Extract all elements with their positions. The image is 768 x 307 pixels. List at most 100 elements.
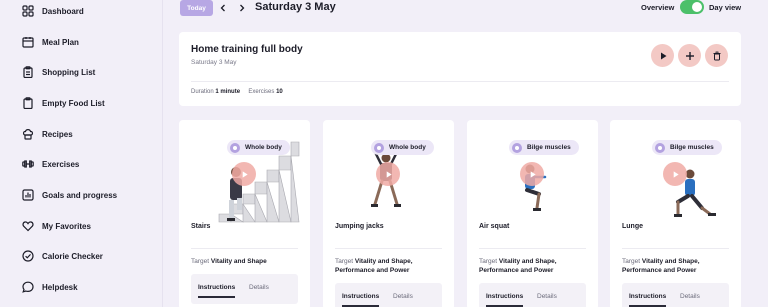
chevron-right-icon	[240, 4, 245, 12]
target-value: Vitality and Shape	[210, 258, 267, 265]
exercise-card-stairs[interactable]: Whole body Stairs Target Vitality and Sh…	[179, 120, 310, 307]
play-icon	[242, 170, 248, 178]
day-view-label[interactable]: Day view	[709, 3, 741, 12]
tab-instructions[interactable]: Instructions	[629, 293, 666, 300]
sidebar-item-label: Dashboard	[42, 6, 84, 16]
delete-workout-button[interactable]	[705, 44, 728, 67]
workout-card: Home training full body Saturday 3 May D…	[179, 32, 741, 106]
tab-details[interactable]: Details	[249, 284, 269, 291]
sidebar-item-shopping-list[interactable]: Shopping List	[22, 62, 95, 82]
chat-icon	[22, 281, 34, 293]
exercise-card-jumping-jacks[interactable]: Whole body Jumping jacks Target Vitality…	[323, 120, 454, 307]
heart-icon	[22, 220, 34, 232]
date-navigation-bar: Today Saturday 3 May Overview Day view	[164, 0, 768, 24]
check-circle-icon	[22, 250, 34, 262]
muscle-group-badge: Whole body	[227, 140, 290, 155]
exercise-target: Target Vitality and Shape, Performance a…	[622, 257, 732, 275]
sidebar-item-label: Shopping List	[42, 67, 96, 77]
sidebar-item-label: Helpdesk	[42, 282, 78, 292]
today-button[interactable]: Today	[180, 0, 213, 16]
tab-details[interactable]: Details	[680, 293, 700, 300]
muscle-group-badge: Bilge muscles	[509, 140, 579, 155]
next-day-button[interactable]	[236, 1, 248, 15]
muscle-group-icon	[374, 142, 384, 153]
chevron-left-icon	[220, 4, 225, 12]
muscle-group-icon	[512, 142, 522, 153]
sidebar-item-label: Recipes	[42, 129, 73, 139]
exercise-target: Target Vitality and Shape, Performance a…	[479, 257, 589, 275]
sidebar-item-helpdesk[interactable]: Helpdesk	[22, 277, 78, 297]
exercise-card-air-squat[interactable]: Bilge muscles Air squat Target Vitality …	[467, 120, 598, 307]
exercise-card-lunge[interactable]: Bilge muscles Lunge Target Vitality and …	[610, 120, 741, 307]
exercise-tabs: Instructions Details	[191, 274, 298, 304]
sidebar-item-calorie-checker[interactable]: Calorie Checker	[22, 246, 103, 266]
clipboard-icon	[22, 97, 34, 109]
sidebar-item-label: Empty Food List	[42, 98, 105, 108]
play-icon	[660, 52, 666, 59]
workout-meta: Duration 1 minute Exercises 10	[191, 89, 283, 95]
sidebar-item-recipes[interactable]: Recipes	[22, 124, 73, 144]
play-workout-button[interactable]	[651, 44, 674, 67]
muscle-group-badge: Whole body	[371, 140, 434, 155]
sidebar-item-meal-plan[interactable]: Meal Plan	[22, 32, 79, 52]
sidebar-item-favorites[interactable]: My Favorites	[22, 216, 91, 236]
target-label: Target	[479, 258, 498, 265]
sidebar-item-label: My Favorites	[42, 221, 91, 231]
chef-icon	[22, 128, 34, 140]
muscle-group-label: Bilge muscles	[670, 144, 714, 151]
sidebar-item-label: Meal Plan	[42, 37, 79, 47]
play-video-button[interactable]	[376, 162, 400, 186]
duration-label: Duration	[191, 89, 214, 95]
target-label: Target	[622, 258, 641, 265]
sidebar: Dashboard Meal Plan Shopping List Empty …	[0, 0, 163, 307]
dumbbell-icon	[22, 158, 34, 170]
sidebar-item-label: Goals and progress	[42, 190, 118, 200]
calendar-icon	[22, 36, 34, 48]
exercise-name: Lunge	[622, 223, 643, 230]
tab-details[interactable]: Details	[537, 293, 557, 300]
muscle-group-icon	[655, 142, 665, 153]
divider	[622, 248, 729, 249]
play-video-button[interactable]	[520, 162, 544, 186]
exercise-tabs: Instructions Details	[622, 283, 729, 307]
play-icon	[386, 170, 392, 178]
sidebar-item-exercises[interactable]: Exercises	[22, 154, 79, 174]
view-toggle[interactable]	[680, 0, 704, 14]
play-video-button[interactable]	[663, 162, 687, 186]
workout-date: Saturday 3 May	[191, 59, 237, 66]
tab-instructions[interactable]: Instructions	[486, 293, 523, 300]
play-icon	[530, 170, 536, 178]
divider	[479, 248, 586, 249]
play-icon	[673, 170, 679, 178]
overview-label[interactable]: Overview	[641, 3, 674, 12]
tab-details[interactable]: Details	[393, 293, 413, 300]
exercise-tabs: Instructions Details	[479, 283, 586, 307]
exercise-tabs: Instructions Details	[335, 283, 442, 307]
divider	[191, 81, 729, 82]
active-tab-indicator	[198, 296, 235, 298]
play-video-button[interactable]	[232, 162, 256, 186]
muscle-group-label: Bilge muscles	[527, 144, 571, 151]
exercises-count-value: 10	[276, 89, 283, 95]
trash-icon	[713, 51, 720, 60]
target-label: Target	[335, 258, 354, 265]
clipboard-list-icon	[22, 66, 34, 78]
tab-instructions[interactable]: Instructions	[342, 293, 379, 300]
add-exercise-button[interactable]	[678, 44, 701, 67]
muscle-group-icon	[230, 142, 240, 153]
sidebar-item-goals[interactable]: Goals and progress	[22, 185, 117, 205]
exercise-target: Target Vitality and Shape	[191, 257, 301, 266]
tab-instructions[interactable]: Instructions	[198, 284, 235, 291]
workout-title: Home training full body	[191, 44, 303, 55]
previous-day-button[interactable]	[217, 1, 229, 15]
divider	[335, 248, 442, 249]
toggle-knob	[692, 2, 702, 12]
exercises-count-label: Exercises	[248, 89, 275, 95]
duration-value: 1 minute	[215, 89, 241, 95]
target-label: Target	[191, 258, 210, 265]
exercise-name: Jumping jacks	[335, 223, 384, 230]
sidebar-item-empty-food-list[interactable]: Empty Food List	[22, 93, 105, 113]
sidebar-item-dashboard[interactable]: Dashboard	[22, 1, 84, 21]
exercise-name: Stairs	[191, 223, 211, 230]
divider	[191, 248, 298, 249]
